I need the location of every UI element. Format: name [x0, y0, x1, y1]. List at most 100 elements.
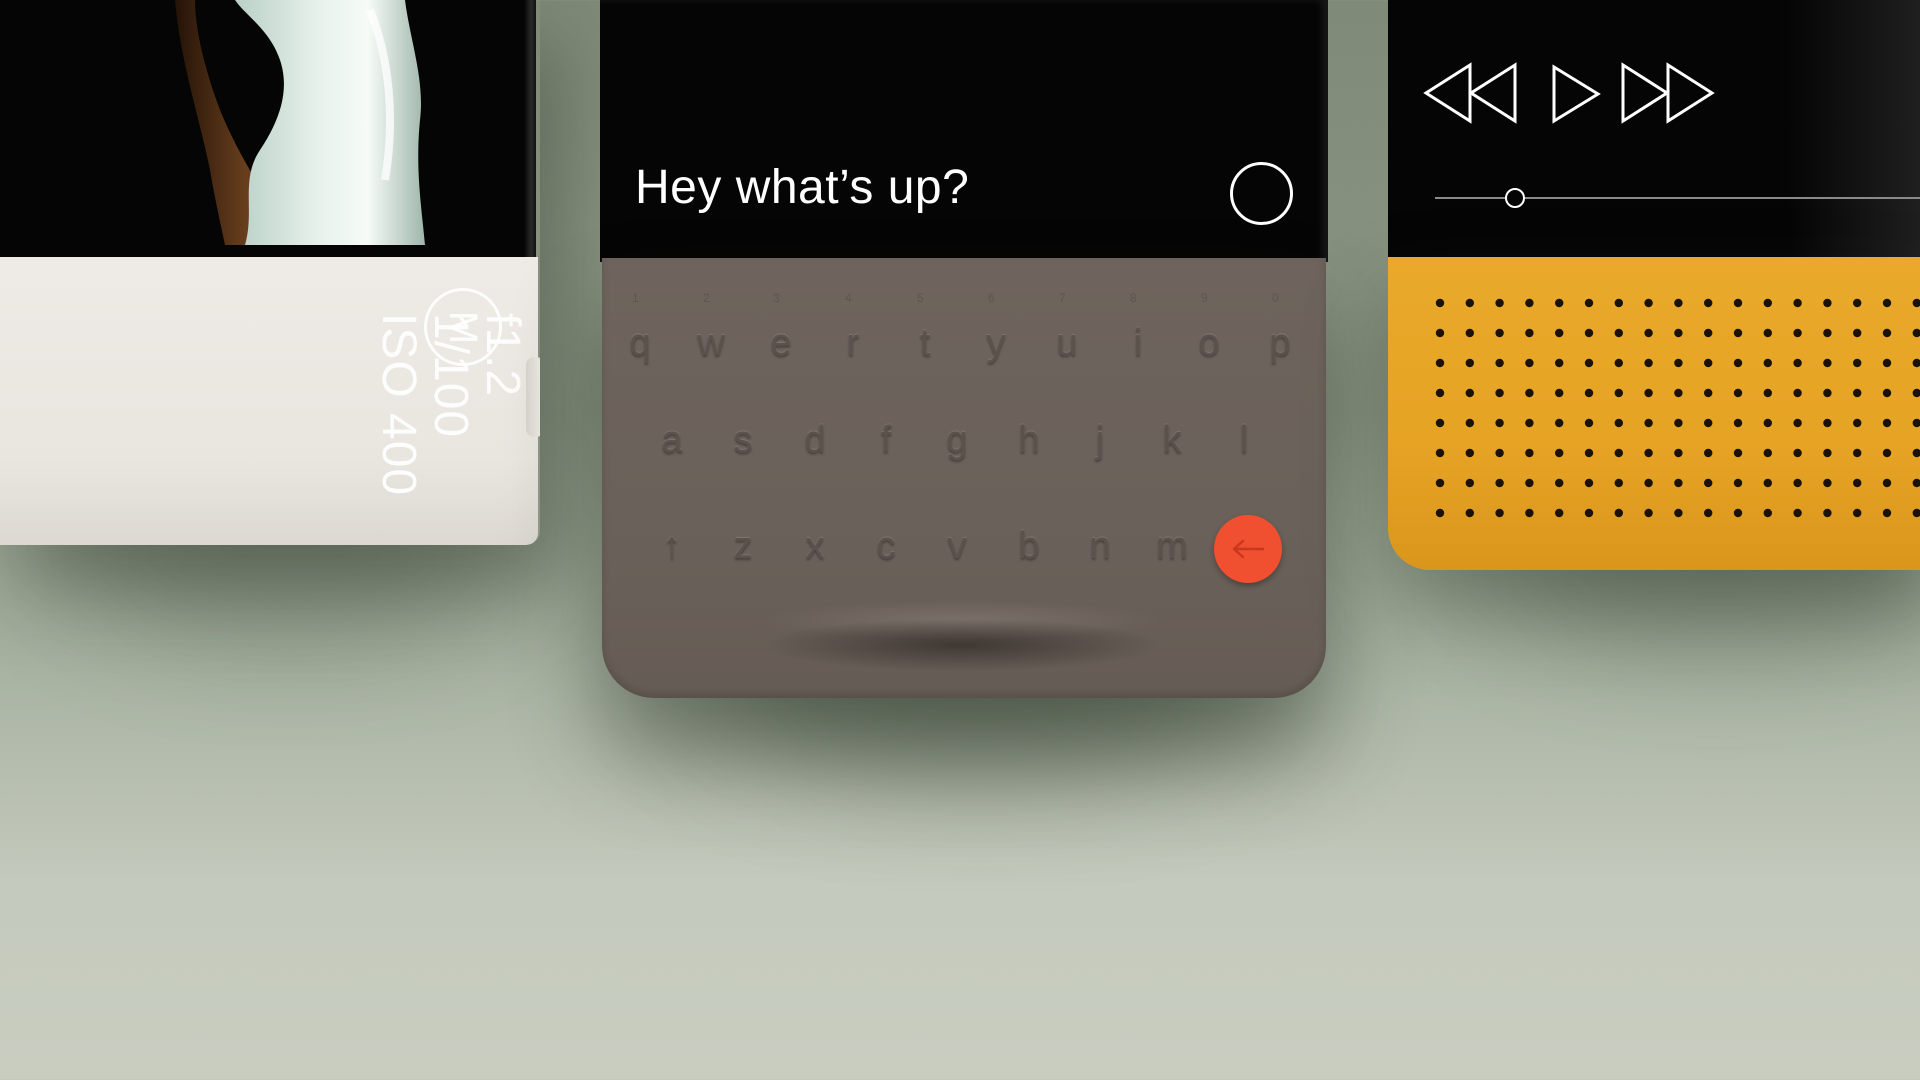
shift-key[interactable]: ↑ — [642, 518, 702, 578]
speaker-hole — [1525, 328, 1534, 338]
key-label: m — [1156, 525, 1188, 567]
key-b[interactable]: b — [999, 518, 1059, 578]
key-label: h — [1018, 419, 1040, 461]
key-j[interactable]: j — [1070, 412, 1130, 472]
key-label: k — [1162, 419, 1182, 461]
speaker-hole — [1882, 418, 1892, 428]
speaker-hole — [1525, 388, 1534, 398]
speaker-hole — [1704, 478, 1713, 488]
speaker-hole — [1495, 358, 1504, 368]
camera-viewfinder-screen — [0, 0, 536, 257]
speaker-hole — [1853, 358, 1862, 368]
key-m[interactable]: m — [1142, 518, 1202, 578]
speaker-hole — [1733, 388, 1743, 398]
key-label: j — [1095, 419, 1105, 461]
speaker-hole — [1644, 418, 1653, 428]
speaker-hole — [1644, 508, 1653, 518]
speaker-hole — [1853, 388, 1862, 398]
speaker-hole — [1823, 388, 1832, 398]
speaker-hole — [1704, 328, 1713, 338]
speaker-hole — [1674, 478, 1683, 488]
speaker-hole — [1853, 298, 1862, 308]
speaker-hole — [1435, 358, 1445, 368]
key-label: v — [947, 525, 967, 567]
key-q[interactable]: 1q — [610, 291, 670, 375]
speaker-grille — [1435, 298, 1920, 518]
speaker-hole — [1614, 328, 1623, 338]
speaker-hole — [1614, 508, 1623, 518]
shift-arrow-icon: ↑ — [662, 525, 682, 567]
message-text[interactable]: Hey what’s up? — [635, 160, 969, 215]
key-number: 3 — [773, 291, 780, 305]
key-p[interactable]: 0p — [1250, 291, 1310, 375]
speaker-hole — [1674, 358, 1683, 368]
key-a[interactable]: a — [642, 412, 702, 472]
key-n[interactable]: n — [1070, 518, 1130, 578]
record-circle-button[interactable] — [1230, 162, 1293, 225]
speaker-hole — [1435, 478, 1445, 488]
speaker-hole — [1674, 328, 1683, 338]
key-k[interactable]: k — [1142, 412, 1202, 472]
key-z[interactable]: z — [713, 518, 773, 578]
play-icon[interactable] — [1550, 64, 1602, 124]
key-l[interactable]: l — [1214, 412, 1274, 472]
key-label: y — [986, 322, 1006, 364]
key-x[interactable]: x — [785, 518, 845, 578]
key-label: x — [805, 525, 825, 567]
key-g[interactable]: g — [927, 412, 987, 472]
speaker-hole — [1644, 358, 1653, 368]
speaker-body — [1388, 257, 1920, 570]
key-number: 1 — [632, 291, 639, 305]
speaker-hole — [1644, 478, 1653, 488]
speaker-hole — [1704, 508, 1713, 518]
speaker-hole — [1912, 478, 1920, 488]
key-i[interactable]: 8i — [1108, 291, 1168, 375]
speaker-hole — [1704, 298, 1713, 308]
key-r[interactable]: 4r — [823, 291, 883, 375]
speaker-hole — [1465, 358, 1474, 368]
speaker-hole — [1793, 328, 1802, 338]
key-y[interactable]: 6y — [966, 291, 1026, 375]
speaker-hole — [1674, 418, 1683, 428]
key-s[interactable]: s — [713, 412, 773, 472]
key-e[interactable]: 3e — [751, 291, 811, 375]
speaker-hole — [1912, 448, 1920, 458]
key-label: g — [946, 419, 968, 461]
key-h[interactable]: h — [999, 412, 1059, 472]
speaker-hole — [1763, 358, 1772, 368]
key-c[interactable]: c — [856, 518, 916, 578]
key-u[interactable]: 7u — [1037, 291, 1097, 375]
speaker-hole — [1912, 508, 1920, 518]
key-t[interactable]: 5t — [895, 291, 955, 375]
key-o[interactable]: 9o — [1179, 291, 1239, 375]
speaker-hole — [1614, 448, 1623, 458]
speaker-hole — [1853, 508, 1862, 518]
key-number: 8 — [1130, 291, 1137, 305]
speaker-hole — [1823, 508, 1832, 518]
key-f[interactable]: f — [856, 412, 916, 472]
backspace-button[interactable] — [1214, 515, 1282, 583]
speaker-hole — [1525, 508, 1534, 518]
speaker-hole — [1614, 418, 1623, 428]
progress-scrubber[interactable] — [1505, 188, 1525, 208]
key-number: 4 — [845, 291, 852, 305]
key-w[interactable]: 2w — [681, 291, 741, 375]
speaker-hole — [1793, 508, 1802, 518]
speaker-hole — [1584, 358, 1594, 368]
speaker-hole — [1644, 388, 1653, 398]
key-v[interactable]: v — [927, 518, 987, 578]
speaker-hole — [1733, 448, 1743, 458]
key-number: 2 — [703, 291, 710, 305]
key-d[interactable]: d — [785, 412, 845, 472]
speaker-hole — [1733, 358, 1743, 368]
exposure-readout: f1.2 1/100 ISO 400 — [372, 313, 529, 545]
speaker-hole — [1882, 328, 1892, 338]
speaker-hole — [1584, 478, 1594, 488]
rewind-icon[interactable] — [1423, 62, 1519, 124]
camera-device: M f1.2 1/100 ISO 400 — [0, 0, 540, 545]
key-label: q — [629, 322, 651, 364]
key-label: d — [804, 419, 826, 461]
fast-forward-icon[interactable] — [1619, 62, 1715, 124]
speaker-hole — [1912, 388, 1920, 398]
speaker-hole — [1435, 388, 1445, 398]
